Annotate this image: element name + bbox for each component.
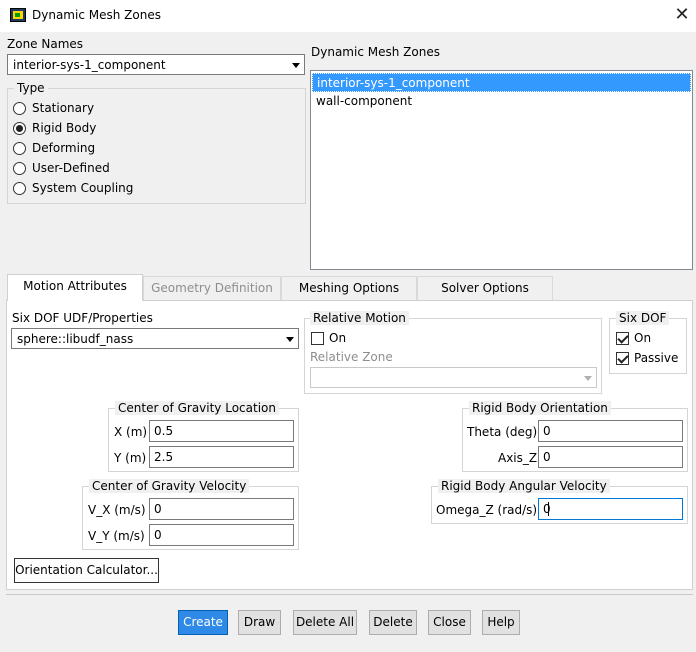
vy-label: V_Y (m/s) <box>88 529 145 543</box>
radio-deforming-label[interactable]: Deforming <box>32 141 95 155</box>
six-dof-on-checkbox[interactable] <box>616 332 629 345</box>
chevron-down-icon <box>292 63 300 68</box>
close-icon[interactable]: ✕ <box>672 4 692 26</box>
axis-z-input[interactable]: 0 <box>538 446 683 468</box>
vx-label: V_X (m/s) <box>88 503 146 517</box>
relative-motion-label: Relative Motion <box>310 311 409 325</box>
axis-z-label: Axis_Z <box>498 451 538 465</box>
six-dof-udf-label: Six DOF UDF/Properties <box>12 311 153 325</box>
radio-deforming[interactable] <box>13 142 26 155</box>
close-button[interactable]: Close <box>428 610 471 635</box>
cg-x-label: X (m) <box>114 425 148 439</box>
zone-names-label: Zone Names <box>7 37 84 51</box>
relative-zone-dropdown[interactable] <box>310 367 597 388</box>
radio-system-coupling[interactable] <box>13 182 26 195</box>
cg-y-label: Y (m) <box>114 451 147 465</box>
dynamic-mesh-zones-label: Dynamic Mesh Zones <box>311 45 440 59</box>
divider <box>6 594 693 595</box>
radio-rigid-body-label[interactable]: Rigid Body <box>32 121 96 135</box>
window-title: Dynamic Mesh Zones <box>32 8 161 22</box>
cg-y-input[interactable]: 2.5 <box>149 446 294 468</box>
omega-z-input[interactable]: 0 <box>538 498 683 520</box>
vy-value: 0 <box>154 528 162 542</box>
help-button[interactable]: Help <box>482 610 520 635</box>
tab-solver-options[interactable]: Solver Options <box>417 276 553 300</box>
zone-names-dropdown[interactable]: interior-sys-1_component <box>7 54 305 75</box>
delete-button[interactable]: Delete <box>369 610 417 635</box>
chevron-down-icon <box>286 337 294 342</box>
orientation-label: Rigid Body Orientation <box>469 401 611 415</box>
tab-motion-attributes[interactable]: Motion Attributes <box>7 274 143 301</box>
list-item[interactable]: interior-sys-1_component <box>312 73 691 92</box>
six-dof-passive-label[interactable]: Passive <box>634 351 678 365</box>
radio-user-defined[interactable] <box>13 162 26 175</box>
delete-all-button[interactable]: Delete All <box>293 610 357 635</box>
radio-rigid-body[interactable] <box>13 122 26 135</box>
theta-value: 0 <box>543 424 551 438</box>
six-dof-on-label[interactable]: On <box>634 331 651 345</box>
chevron-down-icon <box>584 376 592 381</box>
omega-z-label: Omega_Z (rad/s) <box>436 503 538 517</box>
radio-stationary-label[interactable]: Stationary <box>32 101 94 115</box>
cg-x-value: 0.5 <box>154 424 174 438</box>
axis-z-value: 0 <box>543 450 551 464</box>
create-button[interactable]: Create <box>178 610 228 635</box>
cg-location-label: Center of Gravity Location <box>115 401 279 415</box>
theta-input[interactable]: 0 <box>538 420 683 442</box>
six-dof-group <box>609 318 687 374</box>
six-dof-udf-value: sphere::libudf_nass <box>17 332 134 346</box>
angular-velocity-label: Rigid Body Angular Velocity <box>438 479 610 493</box>
text-caret <box>548 502 549 516</box>
relative-motion-on-label[interactable]: On <box>329 331 346 345</box>
omega-z-value: 0 <box>543 502 551 516</box>
zone-names-value: interior-sys-1_component <box>13 58 166 72</box>
dynamic-mesh-zones-list[interactable]: interior-sys-1_component wall-component <box>310 70 693 270</box>
type-group-label: Type <box>14 81 48 95</box>
radio-stationary[interactable] <box>13 102 26 115</box>
tab-meshing-options[interactable]: Meshing Options <box>281 276 417 300</box>
theta-label: Theta (deg) <box>467 425 538 439</box>
six-dof-passive-checkbox[interactable] <box>616 352 629 365</box>
draw-button[interactable]: Draw <box>238 610 281 635</box>
vx-value: 0 <box>154 502 162 516</box>
orientation-calculator-button[interactable]: Orientation Calculator... <box>14 558 159 583</box>
vy-input[interactable]: 0 <box>149 524 294 546</box>
tab-geometry-definition[interactable]: Geometry Definition <box>143 276 281 300</box>
six-dof-udf-dropdown[interactable]: sphere::libudf_nass <box>11 328 299 349</box>
cg-y-value: 2.5 <box>154 450 174 464</box>
radio-user-defined-label[interactable]: User-Defined <box>32 161 110 175</box>
cg-velocity-label: Center of Gravity Velocity <box>89 479 250 493</box>
radio-system-coupling-label[interactable]: System Coupling <box>32 181 133 195</box>
six-dof-label: Six DOF <box>616 311 670 325</box>
vx-input[interactable]: 0 <box>149 498 294 520</box>
relative-zone-label: Relative Zone <box>310 350 393 364</box>
relative-motion-checkbox[interactable] <box>311 332 324 345</box>
list-item[interactable]: wall-component <box>312 92 691 111</box>
app-icon <box>10 8 26 22</box>
cg-x-input[interactable]: 0.5 <box>149 420 294 442</box>
